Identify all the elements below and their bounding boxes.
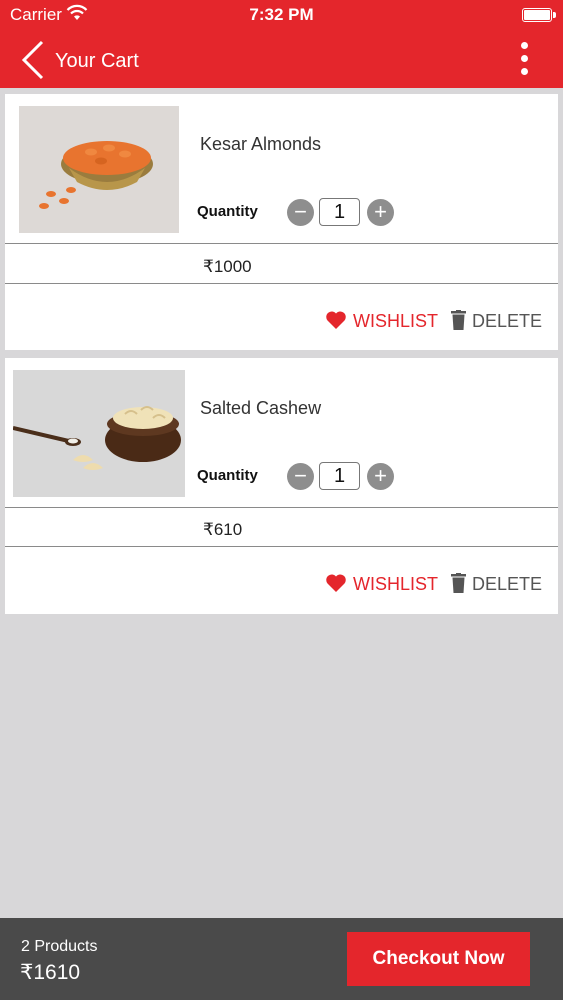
trash-icon [451, 573, 466, 593]
product-name: Kesar Almonds [200, 134, 322, 154]
plus-icon[interactable]: + [367, 463, 394, 490]
back-chevron-icon[interactable] [18, 40, 46, 80]
wishlist-button[interactable]: WISHLIST [325, 310, 438, 332]
wishlist-label: WISHLIST [353, 311, 439, 331]
heart-icon [326, 574, 346, 592]
quantity-label: Quantity [197, 467, 258, 484]
product-image-cashew [13, 370, 185, 497]
delete-button[interactable]: DELETE [451, 573, 542, 595]
cart-item-card: Kesar Almonds Quantity − 1 + ₹1000 WISHL… [5, 94, 558, 350]
nav-bar: Your Cart [0, 30, 563, 88]
minus-icon[interactable]: − [287, 199, 314, 226]
page-title: Your Cart [55, 50, 139, 72]
trash-icon [451, 310, 466, 330]
delete-label: DELETE [472, 311, 543, 331]
wishlist-label: WISHLIST [353, 574, 439, 594]
delete-button[interactable]: DELETE [451, 310, 542, 332]
cart-item-card: Salted Cashew Quantity − 1 + ₹610 WISHLI… [5, 358, 558, 614]
delete-label: DELETE [472, 574, 543, 594]
quantity-field[interactable]: 1 [319, 198, 360, 226]
product-name: Salted Cashew [200, 398, 322, 418]
wishlist-button[interactable]: WISHLIST [325, 573, 438, 595]
battery-icon [522, 8, 556, 22]
divider [5, 546, 558, 547]
product-price: ₹1000 [203, 257, 252, 276]
cart-total: ₹1610 [20, 961, 81, 984]
status-time: 7:32 PM [249, 5, 314, 24]
status-bar: Carrier 7:32 PM [0, 0, 563, 30]
plus-icon[interactable]: + [367, 199, 394, 226]
quantity-field[interactable]: 1 [319, 462, 360, 490]
divider [5, 507, 558, 508]
product-price: ₹610 [203, 520, 243, 539]
product-count: 2 Products [21, 938, 98, 955]
product-image-almonds [19, 106, 179, 233]
quantity-label: Quantity [197, 203, 258, 220]
more-vertical-icon[interactable] [512, 40, 538, 78]
heart-icon [326, 311, 346, 329]
divider [5, 283, 558, 284]
divider [5, 243, 558, 244]
checkout-button[interactable]: Checkout Now [347, 932, 530, 986]
minus-icon[interactable]: − [287, 463, 314, 490]
cart-footer: 2 Products ₹1610 Checkout Now [0, 918, 563, 1000]
